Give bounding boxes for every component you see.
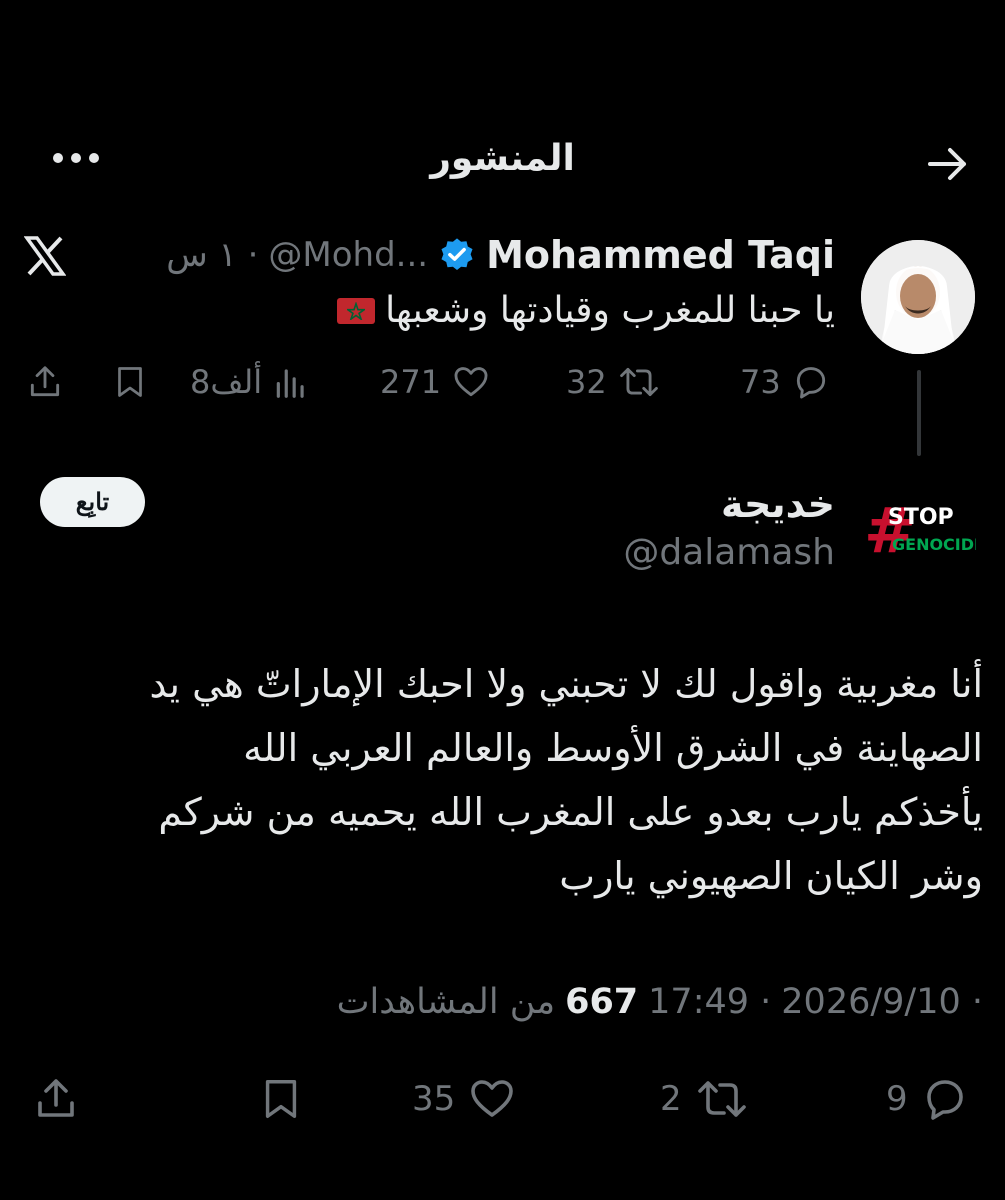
time: ١ س ·	[166, 235, 259, 275]
arrow-right-icon	[928, 148, 966, 180]
retweet-count: 2	[660, 1079, 682, 1119]
avatar[interactable]	[861, 240, 975, 354]
retweet-count: 32	[566, 363, 607, 401]
like-count: 271	[380, 363, 442, 401]
tweet-metadata: من المشاهدات 667 17:49 · 2026/9/10 ·	[337, 982, 983, 1022]
bookmark-button[interactable]	[112, 360, 148, 404]
reply-icon	[926, 1080, 963, 1120]
share-button[interactable]	[26, 360, 64, 404]
back-button[interactable]	[926, 142, 970, 186]
display-name[interactable]: Mohammed Taqi	[486, 233, 835, 277]
views-count: 667	[565, 982, 639, 1022]
avatar-line2: GENOCIDE	[892, 535, 976, 554]
share-icon	[38, 1079, 74, 1117]
retweet-button[interactable]: 2	[660, 1074, 750, 1124]
views-count: 8ألف	[190, 363, 263, 401]
tweet-date: 2026/9/10 ·	[781, 982, 983, 1022]
heart-icon	[471, 1080, 514, 1117]
display-name[interactable]: خديجة	[721, 482, 835, 526]
handle[interactable]: @Mohd...	[268, 235, 428, 275]
tweet-text: أنا مغربية واقول لك لا تحبني ولا احبك ال…	[23, 652, 983, 908]
tweet-text-line: يأخذكم يارب بعدو على المغرب الله يحميه م…	[158, 790, 983, 834]
reply-count: 73	[740, 363, 781, 401]
tweet-time: 17:49 ·	[648, 982, 772, 1022]
views-chart-icon	[276, 369, 304, 398]
share-icon	[30, 366, 60, 397]
reply-button[interactable]: 73	[740, 360, 831, 404]
views-label: من المشاهدات	[336, 982, 556, 1022]
reply-count: 9	[886, 1079, 908, 1119]
heart-icon	[454, 367, 488, 397]
parent-tweet-header: ١ س · @Mohd... Mohammed Taqi	[166, 230, 835, 280]
share-button[interactable]	[32, 1074, 80, 1124]
verified-badge-icon	[441, 238, 473, 271]
like-count: 35	[412, 1079, 456, 1119]
page-title: المنشور	[430, 138, 575, 179]
tweet-text-line: أنا مغربية واقول لك لا تحبني ولا احبك ال…	[149, 662, 983, 706]
retweet-button[interactable]: 32	[566, 360, 661, 404]
x-logo-icon	[24, 236, 66, 276]
retweet-icon	[697, 1081, 746, 1117]
handle[interactable]: @dalamash	[623, 532, 835, 573]
thread-connector	[917, 370, 921, 456]
parent-tweet-text: يا حبنا للمغرب وقيادتها وشعبها	[337, 290, 835, 331]
like-button[interactable]: 35	[412, 1074, 517, 1124]
follow-button[interactable]: تابِع	[40, 477, 145, 527]
avatar[interactable]: # STOP GENOCIDE	[862, 494, 976, 564]
bookmark-button[interactable]	[258, 1074, 304, 1124]
like-button[interactable]: 271	[380, 360, 491, 404]
morocco-flag-icon	[337, 297, 376, 324]
bookmark-icon	[265, 1080, 297, 1118]
tweet-text: يا حبنا للمغرب وقيادتها وشعبها	[385, 290, 835, 331]
avatar-line1: STOP	[888, 505, 954, 530]
tweet-text-line: الصهاينة في الشرق الأوسط والعالم العربي …	[243, 726, 983, 770]
tweet-text-line: وشر الكيان الصهيوني يارب	[559, 854, 983, 898]
views-button[interactable]: 8ألف	[190, 360, 310, 404]
retweet-icon	[619, 367, 658, 397]
bookmark-icon	[118, 367, 142, 397]
reply-button[interactable]: 9	[886, 1074, 970, 1124]
reply-icon	[796, 367, 825, 399]
